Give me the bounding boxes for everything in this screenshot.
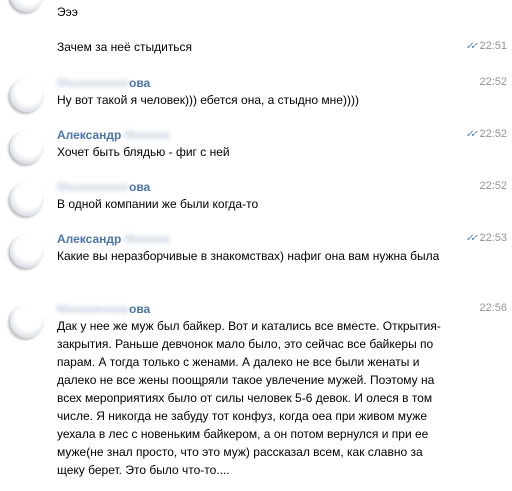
time-label: 22:52	[479, 76, 507, 88]
message-text: Эээ	[57, 5, 78, 19]
time-label: 22:56	[479, 302, 507, 314]
message-text: Хочет быть блядью - фиг с ней	[57, 145, 230, 159]
message[interactable]: Ммммммммова 22:52 Ну вот такой я человек…	[0, 72, 512, 116]
message-time: 22:52	[479, 76, 507, 88]
author-name[interactable]: Ммммммммова	[57, 180, 150, 194]
chat-history: Эээ Зачем за неё стыдиться ✓✓ 22:51 Ммммм…	[0, 0, 512, 491]
author-name-visible: Александр	[57, 128, 122, 142]
message-text: В одной компании же были когда-то	[57, 197, 259, 211]
message[interactable]: Ммммммммова 22:52 В одной компании же бы…	[0, 176, 512, 220]
message-time: 22:56	[479, 302, 507, 314]
avatar[interactable]	[10, 304, 44, 338]
author-name-hidden: Ммммм	[121, 128, 171, 142]
author-name-hidden: Мммммммм	[57, 302, 129, 316]
author-name[interactable]: Александр Ммммм	[57, 232, 170, 246]
message[interactable]: Александр Ммммм ✓✓ 22:53 Какие вы неразбо…	[0, 228, 512, 288]
author-name-visible: ова	[128, 180, 151, 194]
avatar[interactable]	[10, 182, 44, 216]
author-name-visible: Александр	[57, 232, 122, 246]
avatar[interactable]	[10, 78, 44, 112]
message-text: Какие вы неразборчивые в знакомствах) на…	[57, 249, 440, 263]
message[interactable]: Александр Ммммм ✓✓ 22:52 Хочет быть блядь…	[0, 124, 512, 168]
author-name-hidden: Мммммммм	[57, 76, 129, 90]
time-label: 22:52	[479, 128, 507, 140]
message-text: Ну вот такой я человек))) ебется она, а …	[57, 93, 359, 107]
author-name-visible: ова	[128, 76, 151, 90]
message-text: Дак у нее же муж был байкер. Вот и катал…	[57, 319, 441, 477]
message-time: 22:52	[479, 180, 507, 192]
read-check-icon: ✓✓	[464, 129, 476, 140]
avatar[interactable]	[10, 130, 44, 164]
message[interactable]: Эээ	[0, 0, 512, 24]
author-name-hidden: Мммммммм	[57, 180, 129, 194]
time-label: 22:52	[479, 180, 507, 192]
avatar[interactable]	[10, 0, 44, 12]
author-name-visible: ова	[128, 302, 151, 316]
author-name[interactable]: Ммммммммова	[57, 302, 150, 316]
message[interactable]: Зачем за неё стыдиться ✓✓ 22:51	[0, 36, 512, 60]
author-name-hidden: Ммммм	[121, 232, 171, 246]
time-label: 22:53	[479, 232, 507, 244]
message-time: ✓✓ 22:53	[464, 232, 507, 244]
time-label: 22:51	[479, 40, 507, 52]
read-check-icon: ✓✓	[464, 233, 476, 244]
author-name[interactable]: Ммммммммова	[57, 76, 150, 90]
message-text: Зачем за неё стыдиться	[57, 40, 193, 54]
message-time: ✓✓ 22:52	[464, 128, 507, 140]
message[interactable]: Ммммммммова 22:56 Дак у нее же муж был б…	[0, 298, 512, 488]
message-time: ✓✓ 22:51	[464, 40, 507, 52]
author-name[interactable]: Александр Ммммм	[57, 128, 170, 142]
read-check-icon: ✓✓	[464, 41, 476, 52]
avatar[interactable]	[10, 234, 44, 268]
